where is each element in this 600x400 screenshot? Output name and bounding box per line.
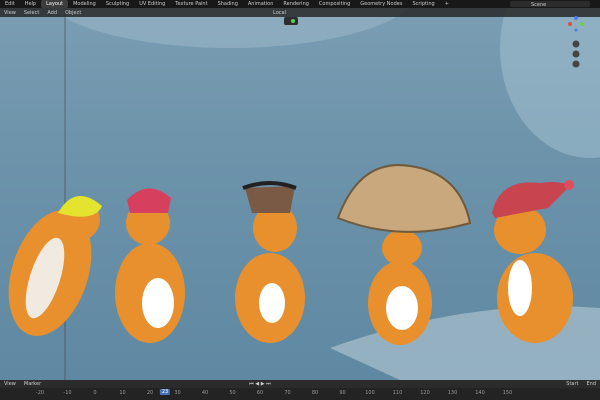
tab-shading[interactable]: Shading (213, 0, 243, 8)
timeline-tick: 150 (502, 390, 513, 396)
zoom-icon[interactable] (572, 40, 580, 48)
x-axis-icon[interactable] (568, 22, 572, 26)
timeline-tick: 140 (475, 390, 485, 396)
timeline-menu-marker[interactable]: Marker (20, 381, 45, 387)
green-dot-icon (291, 19, 295, 23)
tab-animation[interactable]: Animation (243, 0, 279, 8)
squirrel-yellow-hat (8, 196, 102, 336)
z-axis-icon[interactable] (574, 16, 578, 20)
tab-sculpting[interactable]: Sculpting (101, 0, 134, 8)
squirrel-santa-hat (492, 180, 574, 343)
timeline-tick: -10 (63, 390, 72, 396)
timeline-tick: 130 (447, 390, 458, 396)
tab-modeling[interactable]: Modeling (68, 0, 101, 8)
menu-help[interactable]: Help (20, 0, 41, 8)
y-axis-icon[interactable] (580, 22, 584, 26)
viewport-header: View Select Add Object Local (0, 8, 600, 17)
squirrel-pink-hat (115, 188, 185, 343)
transform-orientation-dropdown[interactable]: Local (269, 10, 290, 16)
timeline-tick: 70 (284, 390, 291, 396)
timeline-tick: 40 (201, 390, 209, 396)
camera-icon[interactable] (572, 60, 580, 68)
tab-scripting[interactable]: Scripting (407, 0, 439, 8)
top-bar: Edit Help Layout Modeling Sculpting UV E… (0, 0, 600, 8)
timeline-tick: 10 (119, 390, 126, 396)
timeline-tick: 20 (146, 390, 154, 396)
timeline-tick: 60 (256, 390, 264, 396)
timeline-ruler[interactable]: -20 -10 0 10 20 30 40 50 60 70 80 90 100 110 120 130 140… (0, 388, 600, 400)
timeline-tick: 120 (420, 390, 430, 396)
add-workspace-button[interactable]: + (440, 0, 454, 8)
menu-select[interactable]: Select (20, 10, 43, 16)
timeline-tick: 90 (339, 390, 346, 396)
timeline-tick: 50 (229, 390, 236, 396)
timeline-tick: -20 (35, 390, 45, 396)
end-label: End (586, 381, 596, 387)
tab-compositing[interactable]: Compositing (314, 0, 355, 8)
squirrel-bucket-hat (235, 181, 305, 343)
timeline-header: View Marker ⏮ ◀ ▶ ⏭ Start End (0, 380, 600, 388)
timeline-tick: 30 (174, 390, 181, 396)
scene-render (8, 8, 600, 380)
menu-object[interactable]: Object (61, 10, 85, 16)
tab-uv-editing[interactable]: UV Editing (134, 0, 170, 8)
timeline-tick: 80 (311, 390, 319, 396)
pan-icon[interactable] (572, 50, 580, 58)
menu-view[interactable]: View (0, 10, 20, 16)
playback-controls[interactable]: ⏮ ◀ ▶ ⏭ (245, 381, 274, 387)
menu-edit[interactable]: Edit (0, 0, 20, 8)
current-frame-indicator[interactable]: 23 (159, 389, 171, 395)
tab-rendering[interactable]: Rendering (278, 0, 314, 8)
tab-layout[interactable]: Layout (41, 0, 69, 8)
tab-geometry-nodes[interactable]: Geometry Nodes (355, 0, 407, 8)
timeline-tick: 100 (365, 390, 375, 396)
timeline-menu-view[interactable]: View (0, 381, 20, 387)
navigation-gizmo[interactable] (564, 12, 588, 82)
start-label: Start (566, 381, 579, 387)
timeline-tick: 110 (392, 390, 403, 396)
menu-add[interactable]: Add (43, 10, 61, 16)
snap-popover[interactable] (284, 17, 298, 25)
3d-viewport[interactable] (0, 8, 600, 380)
scene-selector[interactable]: Scene (510, 1, 590, 8)
tab-texture-paint[interactable]: Texture Paint (170, 0, 212, 8)
timeline-tick: 0 (93, 390, 97, 396)
